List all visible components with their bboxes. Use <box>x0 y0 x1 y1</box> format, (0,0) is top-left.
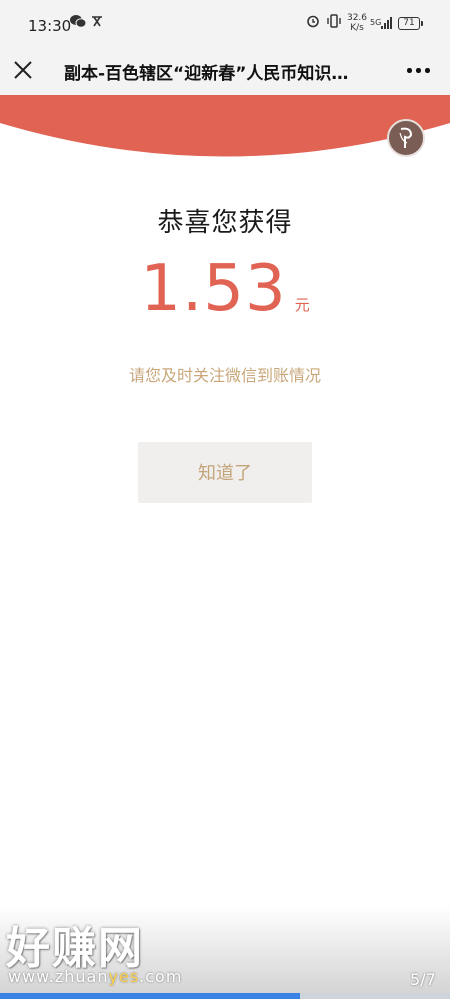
congrats-heading: 恭喜您获得 <box>157 208 293 238</box>
logo-icon <box>387 119 425 157</box>
page-counter: 5/7 <box>410 970 436 989</box>
reward-amount-row: 1.53 元 <box>0 252 450 326</box>
confirm-button[interactable]: 知道了 <box>138 442 312 503</box>
watermark-url-suffix: .com <box>139 967 183 986</box>
network-speed-value: 32.6 <box>346 13 368 23</box>
watermark-url-prefix: www.zhuan <box>8 967 109 986</box>
signal-icon <box>381 17 393 29</box>
network-speed: 32.6 K/s <box>346 13 368 33</box>
close-icon <box>14 61 32 79</box>
status-bar: 13:30 32.6 K/s 5G 71 <box>0 0 450 50</box>
page-title: 副本-百色辖区“迎新春”人民币知识… <box>64 64 349 84</box>
page-progress-bar <box>0 993 450 999</box>
notification-icon <box>90 14 104 32</box>
header-banner <box>0 95 450 165</box>
notice-text: 请您及时关注微信到账情况 <box>128 366 321 385</box>
more-button[interactable] <box>404 58 434 82</box>
watermark-url: www.zhuanyes.com <box>8 967 182 986</box>
wechat-icon <box>70 14 87 32</box>
watermark-url-highlight: yes <box>108 967 140 986</box>
reward-amount: 1.53 <box>140 252 287 326</box>
nav-bar: 副本-百色辖区“迎新春”人民币知识… <box>0 50 450 95</box>
close-button[interactable] <box>12 59 34 81</box>
battery-level: 71 <box>403 18 415 28</box>
currency-unit: 元 <box>294 296 310 314</box>
vibrate-icon <box>326 14 342 32</box>
network-type: 5G <box>370 18 382 27</box>
battery-icon: 71 <box>398 17 423 30</box>
alarm-icon <box>306 14 320 32</box>
page-progress-fill <box>0 993 300 999</box>
network-speed-unit: K/s <box>350 23 364 33</box>
status-time: 13:30 <box>28 17 72 35</box>
